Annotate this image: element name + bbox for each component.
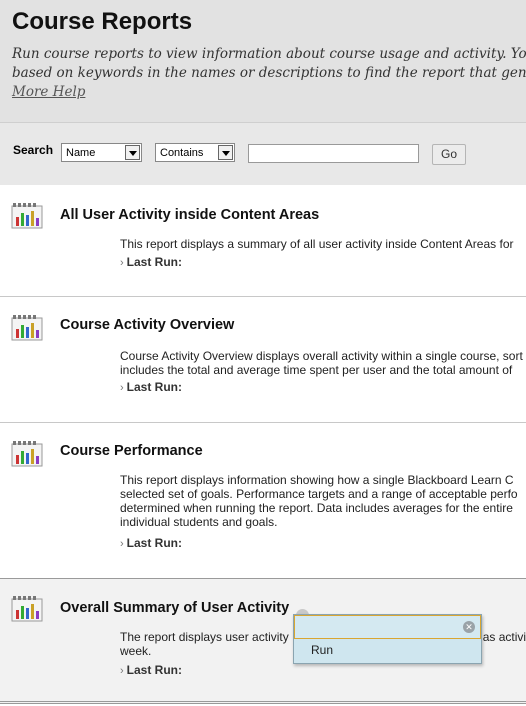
page-title: Course Reports xyxy=(12,8,193,35)
search-operator-select[interactable]: Contains xyxy=(155,143,235,162)
page-description-line: based on keywords in the names or descri… xyxy=(12,65,526,81)
last-run-label: Last Run: xyxy=(126,380,183,394)
report-title[interactable]: Course Performance xyxy=(60,443,203,459)
context-menu-header: ✕ xyxy=(294,615,481,639)
page-description-line: Run course reports to view information a… xyxy=(12,46,526,62)
report-description-line: This report displays a summary of all us… xyxy=(120,237,514,251)
search-operator-select-value: Contains xyxy=(160,147,204,159)
report-description-line: This report displays information showing… xyxy=(120,473,514,487)
report-chart-icon xyxy=(11,203,43,229)
report-item: All User Activity inside Content Areas T… xyxy=(0,185,526,297)
chevron-down-icon xyxy=(218,145,233,160)
search-input[interactable] xyxy=(248,144,419,163)
report-description-line: determined when running the report. Data… xyxy=(120,501,513,515)
report-description-line: Course Activity Overview displays overal… xyxy=(120,349,523,363)
more-help-link[interactable]: More Help xyxy=(12,84,85,100)
report-description-line: individual students and goals. xyxy=(120,515,278,529)
report-description-line: selected set of goals. Performance targe… xyxy=(120,487,518,501)
report-chart-icon xyxy=(11,315,43,341)
search-bar: Search Name Contains Go xyxy=(0,122,526,186)
last-run: › Last Run: xyxy=(120,255,182,269)
search-field-select[interactable]: Name xyxy=(61,143,142,162)
report-item: Course Performance This report displays … xyxy=(0,423,526,579)
context-menu: ✕ Run xyxy=(293,614,482,664)
chevron-right-icon: › xyxy=(120,257,124,269)
close-icon[interactable]: ✕ xyxy=(463,621,475,633)
report-description-tail: as activi xyxy=(482,630,526,644)
last-run-label: Last Run: xyxy=(126,536,183,550)
last-run-label: Last Run: xyxy=(126,255,183,269)
menu-item-run[interactable]: Run xyxy=(311,643,333,657)
report-description: This report displays a summary of all us… xyxy=(120,237,526,251)
page-description: Run course reports to view information a… xyxy=(12,45,526,102)
report-chart-icon xyxy=(11,596,43,622)
chevron-down-icon xyxy=(125,145,140,160)
report-description: Course Activity Overview displays overal… xyxy=(120,349,526,377)
page-header: Course Reports Run course reports to vie… xyxy=(0,0,526,122)
report-title[interactable]: Course Activity Overview xyxy=(60,317,234,333)
report-description-line: includes the total and average time spen… xyxy=(120,363,513,377)
search-label: Search xyxy=(13,143,54,157)
last-run: › Last Run: xyxy=(120,380,182,394)
report-chart-icon xyxy=(11,441,43,467)
last-run: › Last Run: xyxy=(120,536,182,550)
last-run-label: Last Run: xyxy=(126,663,183,677)
search-field-select-value: Name xyxy=(66,147,96,159)
last-run: › Last Run: xyxy=(120,663,182,677)
report-item: Course Activity Overview Course Activity… xyxy=(0,297,526,423)
chevron-right-icon: › xyxy=(120,382,124,394)
go-button[interactable]: Go xyxy=(432,144,466,165)
report-title[interactable]: Overall Summary of User Activity xyxy=(60,600,289,616)
chevron-right-icon: › xyxy=(120,538,124,550)
report-description-text: The report displays user activity xyxy=(120,630,289,644)
report-title[interactable]: All User Activity inside Content Areas xyxy=(60,207,319,223)
chevron-right-icon: › xyxy=(120,665,124,677)
report-description: This report displays information showing… xyxy=(120,473,526,529)
